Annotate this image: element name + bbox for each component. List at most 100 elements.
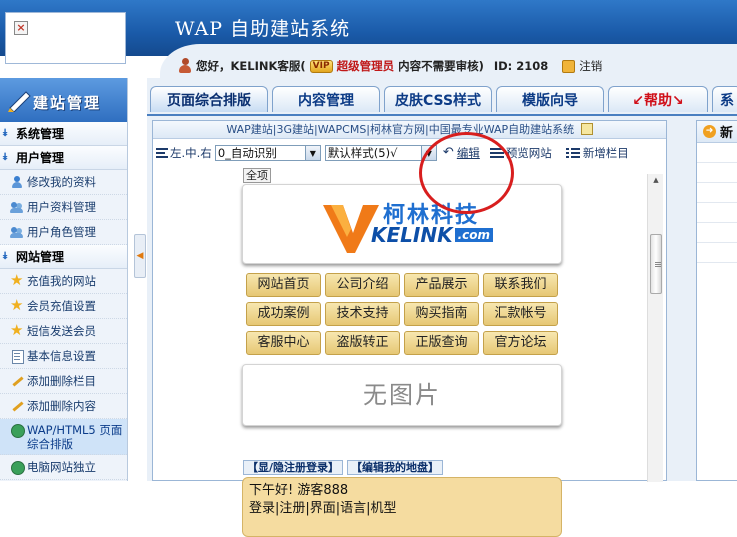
site-nav-grid: 网站首页 公司介绍 产品展示 联系我们 成功案例 技术支持 购买指南 汇款帐号 … [246,273,566,355]
preview-link-row: 【显/隐注册登录】 【编辑我的地盘】 [243,460,444,475]
section-users[interactable]: ⯯ 用户管理 [0,146,127,170]
sidebar-item-member-recharge[interactable]: 会员充值设置 [0,294,127,319]
toggle-login-link[interactable]: 【显/隐注册登录】 [243,460,344,475]
tab-page-layout[interactable]: 页面综合排版 [150,86,268,112]
nav-button[interactable]: 客服中心 [246,331,321,355]
nav-button[interactable]: 产品展示 [404,273,479,297]
nav-button[interactable]: 网站首页 [246,273,321,297]
user-role: 超级管理员 [336,59,395,73]
pen-icon [10,374,24,388]
people-icon [10,200,24,214]
sidebar-item-content[interactable]: 添加删除内容 [0,394,127,419]
globe-icon [10,460,25,475]
brand-banner: 柯林科技 KELINK .com [242,184,562,264]
greeting-line: 下午好! 游客888 [249,483,349,498]
sidebar-item-basic-info[interactable]: 基本信息设置 [0,344,127,369]
list-item [697,143,737,163]
document-icon [10,349,24,364]
sidebar-item-label: 短信发送会员 [27,324,96,338]
section-label: 系统管理 [16,127,65,141]
undo-icon[interactable]: ↶ [443,146,457,160]
sidebar-item-sms-members[interactable]: 短信发送会员 [0,319,127,344]
sidebar-title: 建站管理 [33,94,102,112]
star-icon [10,296,24,314]
edit-my-area-link[interactable]: 【编辑我的地盘】 [347,460,444,475]
scroll-thumb[interactable] [650,234,662,294]
sidebar-collapse-handle[interactable]: ◀ [134,234,146,278]
sidebar: 建站管理 ⯯ 系统管理 ⯯ 用户管理 修改我的资料 用户资料管理 用户角色管理 … [0,78,128,481]
tab-help[interactable]: ↙帮助↘ [608,86,708,112]
preview-scrollbar[interactable]: ▲ [647,174,663,482]
sidebar-item-user-data[interactable]: 用户资料管理 [0,195,127,220]
align-select[interactable]: 0_自动识别 ▼ [214,145,321,161]
site-preview: 全项 柯林科技 KELINK .com 网站首页 公司介绍 产品展示 联系我们 成… [153,168,668,537]
scroll-up-icon[interactable]: ▲ [650,176,662,186]
pen-icon [8,91,31,112]
edit-title-icon[interactable] [580,123,593,135]
nav-button[interactable]: 成功案例 [246,302,321,326]
sidebar-item-columns[interactable]: 添加删除栏目 [0,369,127,394]
style-select[interactable]: 默认样式(5)√ ▼ [324,145,437,161]
sidebar-item-wap-layout[interactable]: WAP/HTML5 页面综合排版 [0,419,127,455]
preview-site-link[interactable]: 预览网站 [506,145,552,161]
chevron-down-icon: ⯯ [2,152,8,163]
add-column-link[interactable]: 新增栏目 [583,145,629,161]
vip-badge: VIP [309,59,333,73]
star-icon [10,271,24,289]
nav-button[interactable]: 技术支持 [325,302,400,326]
sidebar-item-label: 修改我的资料 [27,175,96,189]
editor-toolbar: 左.中.右 0_自动识别 ▼ 默认样式(5)√ ▼ ↶ 编辑 预览网站 新增栏目 [153,143,668,163]
tab-content[interactable]: 内容管理 [272,86,380,112]
site-title: WAP 自助建站系统 [175,18,351,40]
sidebar-item-edit-profile[interactable]: 修改我的资料 [0,170,127,195]
list-item [697,203,737,223]
section-label: 用户管理 [16,151,65,165]
sidebar-item-pc-site[interactable]: 电脑网站独立 [0,455,127,480]
nav-button[interactable]: 公司介绍 [325,273,400,297]
section-site[interactable]: ⯯ 网站管理 [0,245,127,269]
sidebar-item-user-roles[interactable]: 用户角色管理 [0,220,127,245]
list-item [697,243,737,263]
logo-placeholder: × [5,12,126,64]
nav-button[interactable]: 购买指南 [404,302,479,326]
nav-button[interactable]: 盗版转正 [325,331,400,355]
preview-icon [489,148,504,158]
no-image-placeholder: 无图片 [242,364,562,426]
people-icon [10,225,24,239]
person-icon [10,175,24,189]
editor-title-text: WAP建站|3G建站|WAPCMS|柯林官方网|中国最专业WAP自助建站系统 [226,123,575,136]
logout-link[interactable]: 注销 [579,58,602,74]
brand-name-en: KELINK .com [371,223,494,247]
section-system[interactable]: ⯯ 系统管理 [0,122,127,146]
dropdown-arrow-icon: ▼ [420,146,436,160]
right-panel-title: 新 [720,126,734,141]
nav-button[interactable]: 正版查询 [404,331,479,355]
tab-css-skin[interactable]: 皮肤CSS样式 [384,86,492,112]
tab-template-wizard[interactable]: 模版向导 [496,86,604,112]
section-label: 网站管理 [16,250,65,264]
greeting-box: 下午好! 游客888 登录|注册|界面|语言|机型 [242,477,562,537]
nav-button[interactable]: 官方论坛 [483,331,558,355]
lock-icon [562,59,576,73]
layout-editor: WAP建站|3G建站|WAPCMS|柯林官方网|中国最专业WAP自助建站系统 左… [152,120,668,537]
tab-system[interactable]: 系 [712,86,737,112]
list-item [697,223,737,243]
nav-button[interactable]: 汇款帐号 [483,302,558,326]
sidebar-item-label: 电脑网站独立 [27,460,96,474]
sidebar-item-label: 添加删除内容 [27,399,96,413]
sidebar-item-label: 会员充值设置 [27,299,96,313]
all-items-tag[interactable]: 全项 [243,168,271,183]
user-id: ID: 2108 [493,59,549,73]
list-item [697,183,737,203]
chevron-down-icon: ⯯ [2,128,8,139]
main-area: 页面综合排版 内容管理 皮肤CSS样式 模版向导 ↙帮助↘ 系 WAP建站|3G… [147,78,737,537]
editor-title: WAP建站|3G建站|WAPCMS|柯林官方网|中国最专业WAP自助建站系统 [153,121,666,139]
star-icon [10,321,24,339]
sidebar-item-label: 添加删除栏目 [27,374,96,388]
nav-button[interactable]: 联系我们 [483,273,558,297]
sidebar-item-recharge-site[interactable]: 充值我的网站 [0,269,127,294]
user-icon [178,58,192,74]
greeting-text: 您好，KELINK客服( [196,59,306,73]
greeting-links[interactable]: 登录|注册|界面|语言|机型 [249,500,555,518]
edit-link[interactable]: 编辑 [457,145,480,161]
